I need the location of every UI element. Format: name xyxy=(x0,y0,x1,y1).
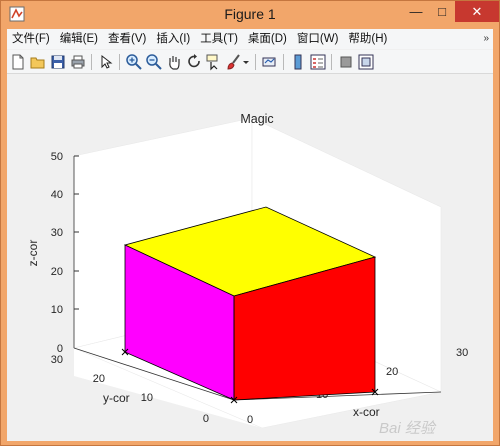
y-tick-label: 0 xyxy=(203,413,209,425)
link-plot-icon[interactable] xyxy=(261,53,279,71)
close-button[interactable]: ✕ xyxy=(455,1,499,22)
save-icon[interactable] xyxy=(49,53,67,71)
figure-canvas[interactable]: 0 10 20 30 40 50 z-cor 30 20 10 0 y-cor … xyxy=(7,75,493,441)
z-tick-label: 30 xyxy=(51,227,63,239)
menu-help[interactable]: 帮助(H) xyxy=(343,29,392,49)
toolbar-separator xyxy=(119,54,120,70)
axes-title: Magic xyxy=(240,112,273,126)
y-axis-label: y-cor xyxy=(103,391,130,405)
brush-dropdown-icon[interactable] xyxy=(241,53,251,71)
maximize-button[interactable]: □ xyxy=(429,1,455,22)
hide-plot-tools-icon[interactable] xyxy=(337,53,355,71)
menu-bar: 文件(F) 编辑(E) 查看(V) 插入(I) 工具(T) 桌面(D) 窗口(W… xyxy=(7,29,493,49)
pan-hand-icon[interactable] xyxy=(165,53,183,71)
axes-3d[interactable]: 0 10 20 30 40 50 z-cor 30 20 10 0 y-cor … xyxy=(7,75,493,441)
z-axis-label: z-cor xyxy=(26,240,40,267)
menu-window[interactable]: 窗口(W) xyxy=(292,29,344,49)
figure-client-area: 文件(F) 编辑(E) 查看(V) 插入(I) 工具(T) 桌面(D) 窗口(W… xyxy=(7,29,493,441)
y-tick-label: 10 xyxy=(141,392,153,404)
x-axis-label: x-cor xyxy=(353,405,380,419)
z-tick-label: 40 xyxy=(51,189,63,201)
zoom-out-icon[interactable] xyxy=(145,53,163,71)
x-tick-label: 20 xyxy=(386,366,398,378)
minimize-button[interactable]: — xyxy=(403,1,429,22)
toolbar-separator xyxy=(283,54,284,70)
menu-edit[interactable]: 编辑(E) xyxy=(55,29,103,49)
select-arrow-icon[interactable] xyxy=(97,53,115,71)
menu-tools[interactable]: 工具(T) xyxy=(195,29,243,49)
toolbar-separator xyxy=(331,54,332,70)
z-tick-label: 20 xyxy=(51,266,63,278)
menu-overflow-icon[interactable]: » xyxy=(483,33,489,44)
legend-icon[interactable] xyxy=(309,53,327,71)
zoom-in-icon[interactable] xyxy=(125,53,143,71)
x-tick-label: 0 xyxy=(247,414,253,426)
menu-file[interactable]: 文件(F) xyxy=(7,29,55,49)
watermark-text: Bai 经验 xyxy=(379,420,437,437)
figure-toolbar xyxy=(7,50,493,74)
rotate-3d-icon[interactable] xyxy=(185,53,203,71)
menu-desktop[interactable]: 桌面(D) xyxy=(243,29,292,49)
show-plot-tools-icon[interactable] xyxy=(357,53,375,71)
y-tick-label: 20 xyxy=(93,373,105,385)
title-bar[interactable]: Figure 1 — □ ✕ xyxy=(1,1,499,28)
print-icon[interactable] xyxy=(69,53,87,71)
z-tick-label: 10 xyxy=(51,304,63,316)
colorbar-icon[interactable] xyxy=(289,53,307,71)
x-tick-label: 30 xyxy=(456,347,468,359)
menu-insert[interactable]: 插入(I) xyxy=(151,29,195,49)
new-figure-icon[interactable] xyxy=(9,53,27,71)
figure-window: Figure 1 — □ ✕ 文件(F) 编辑(E) 查看(V) 插入(I) 工… xyxy=(0,0,500,446)
toolbar-separator xyxy=(91,54,92,70)
z-tick-label: 50 xyxy=(51,151,63,163)
y-tick-label: 30 xyxy=(51,354,63,366)
toolbar-separator xyxy=(255,54,256,70)
menu-view[interactable]: 查看(V) xyxy=(103,29,151,49)
open-file-icon[interactable] xyxy=(29,53,47,71)
data-cursor-icon[interactable] xyxy=(205,53,223,71)
